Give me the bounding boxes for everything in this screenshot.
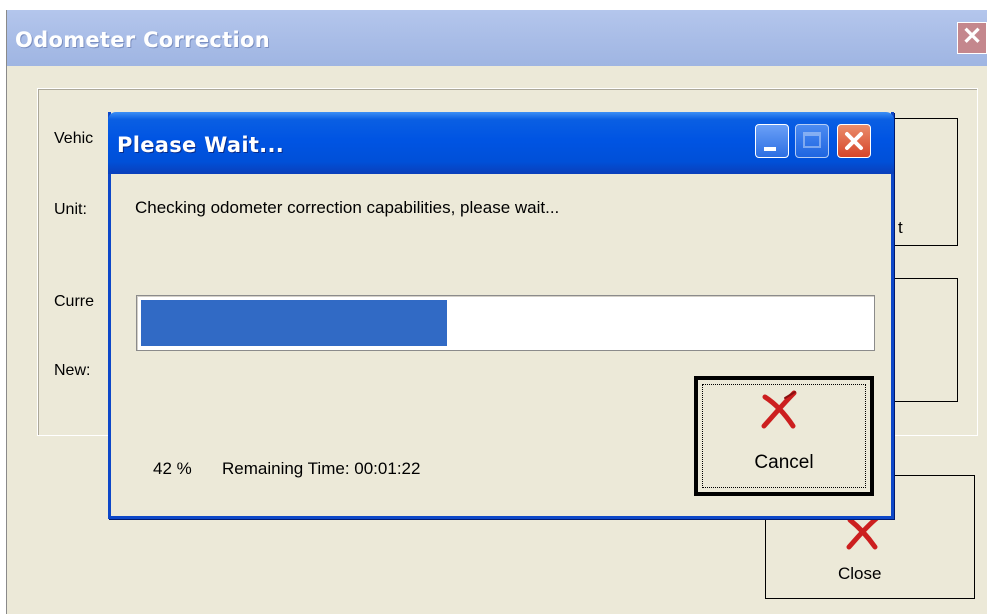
- new-odometer-label: New:: [54, 362, 91, 379]
- vehicle-label: Vehic: [54, 130, 94, 147]
- background-titlebar: Odometer Correction ✕: [7, 10, 987, 66]
- close-button-label: Close: [838, 564, 882, 583]
- dialog-title: Please Wait...: [117, 133, 285, 157]
- status-message: Checking odometer correction capabilitie…: [135, 198, 560, 217]
- minimize-icon: [764, 147, 776, 151]
- remaining-time: Remaining Time: 00:01:22: [222, 459, 421, 478]
- progress-percent: 42 %: [153, 459, 192, 478]
- close-icon: [845, 132, 863, 150]
- maximize-icon: [803, 132, 821, 148]
- background-close-button[interactable]: ✕: [957, 22, 987, 54]
- background-window-title: Odometer Correction: [15, 28, 270, 52]
- progress-bar: [136, 295, 875, 351]
- red-x-icon: [761, 390, 797, 429]
- progress-bar-fill: [141, 300, 447, 346]
- please-wait-dialog: Please Wait... Checking odometer correct…: [108, 112, 894, 519]
- cancel-button[interactable]: Cancel: [694, 376, 874, 496]
- dialog-close-button[interactable]: [837, 124, 871, 158]
- cancel-button-label: Cancel: [754, 452, 814, 473]
- dialog-titlebar[interactable]: Please Wait...: [108, 112, 894, 174]
- maximize-button[interactable]: [795, 124, 829, 158]
- red-x-icon: [846, 516, 880, 550]
- close-icon: ✕: [961, 23, 983, 50]
- unit-label: Unit:: [54, 201, 87, 218]
- current-odometer-label: Curre: [54, 293, 95, 310]
- minimize-button[interactable]: [755, 124, 789, 158]
- background-action-button-label: t: [898, 218, 903, 237]
